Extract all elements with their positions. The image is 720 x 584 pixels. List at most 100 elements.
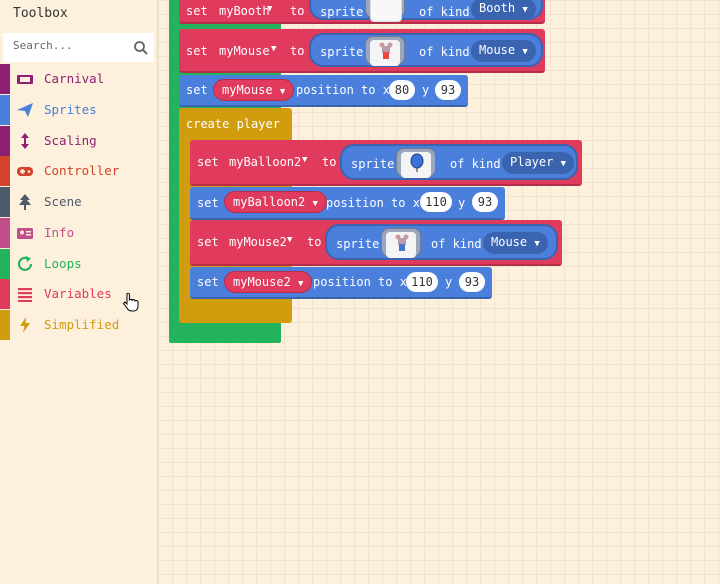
chevron-down-icon[interactable]: ▼ xyxy=(302,155,307,165)
category-simplified[interactable]: Simplified xyxy=(0,310,156,340)
search-box[interactable] xyxy=(3,33,154,62)
y-value-input[interactable]: 93 xyxy=(472,192,498,212)
x-value-input[interactable]: 80 xyxy=(389,80,415,100)
set-position-block-balloon[interactable]: set myBalloon2 ▼ position to x 110 y 93 xyxy=(190,187,505,220)
set-label: set xyxy=(197,155,219,169)
position-label: position to x xyxy=(313,275,407,289)
chevron-down-icon: ▼ xyxy=(279,87,286,97)
mouse-sprite-icon[interactable] xyxy=(381,228,421,258)
chevron-down-icon[interactable]: ▼ xyxy=(271,44,276,54)
chevron-down-icon: ▼ xyxy=(298,279,304,289)
chevron-down-icon: ▼ xyxy=(534,239,540,249)
set-sprite-block-mouse[interactable]: set myMouse ▼ to sprite of kind Mouse ▼ xyxy=(179,29,545,73)
chevron-down-icon[interactable]: ▼ xyxy=(287,235,292,245)
variable-name[interactable]: myMouse2 xyxy=(229,235,287,249)
position-label: position to x xyxy=(326,196,420,210)
mouse-cursor-icon xyxy=(122,293,139,312)
sprite-label: sprite xyxy=(351,157,395,171)
booth-image-icon[interactable] xyxy=(365,0,405,22)
sprite-reporter[interactable]: sprite of kind Mouse ▼ xyxy=(309,33,543,67)
category-label: Controller xyxy=(44,163,120,178)
tree-icon xyxy=(19,194,31,210)
mouse-sprite-icon[interactable] xyxy=(365,36,405,66)
kind-dropdown[interactable]: Booth ▼ xyxy=(471,0,536,20)
category-scaling[interactable]: Scaling xyxy=(0,126,156,156)
refresh-icon xyxy=(17,256,33,271)
set-sprite-block-balloon[interactable]: set myBalloon2 ▼ to sprite of kind Playe… xyxy=(190,140,582,186)
of-kind-label: of kind xyxy=(450,157,501,171)
chevron-down-icon: ▼ xyxy=(560,159,567,169)
category-scene[interactable]: Scene xyxy=(0,187,156,217)
balloon-sprite-icon[interactable] xyxy=(396,148,436,178)
kind-value: Mouse xyxy=(479,43,516,57)
variable-name: myBalloon2 xyxy=(233,195,306,209)
category-color-bar xyxy=(0,279,10,309)
kind-value: Booth xyxy=(479,1,516,15)
category-label: Loops xyxy=(44,256,82,271)
of-kind-label: of kind xyxy=(431,237,482,251)
search-icon[interactable] xyxy=(133,40,149,56)
category-carnival[interactable]: Carnival xyxy=(0,64,156,94)
variable-dropdown[interactable]: myBalloon2 ▼ xyxy=(224,191,327,213)
id-card-icon xyxy=(17,228,33,239)
set-label: set xyxy=(197,196,219,210)
category-loops[interactable]: Loops xyxy=(0,249,156,279)
y-label: y xyxy=(422,83,430,97)
position-label: position to x xyxy=(296,83,390,97)
sprite-reporter[interactable]: sprite of kind Mouse ▼ xyxy=(325,224,558,260)
list-icon xyxy=(18,288,32,302)
workspace-canvas[interactable]: set myBooth ▼ to sprite of kind Booth ▼ … xyxy=(158,0,720,584)
kind-value: Player xyxy=(510,155,554,169)
lightning-icon xyxy=(20,317,30,333)
variable-name[interactable]: myBooth xyxy=(219,4,270,18)
set-position-block-mouse[interactable]: set myMouse ▼ position to x 80 y 93 xyxy=(179,75,468,107)
variable-name[interactable]: myMouse xyxy=(219,44,270,58)
variable-dropdown[interactable]: myMouse ▼ xyxy=(213,79,295,101)
y-value-input[interactable]: 93 xyxy=(459,272,485,292)
category-color-bar xyxy=(0,156,10,186)
to-label: to xyxy=(307,235,322,249)
chevron-down-icon: ▼ xyxy=(312,199,318,209)
to-label: to xyxy=(322,155,337,169)
variable-dropdown[interactable]: myMouse2 ▼ xyxy=(224,271,313,293)
kind-dropdown[interactable]: Mouse ▼ xyxy=(483,232,548,254)
sprite-reporter[interactable]: sprite of kind Player ▼ xyxy=(340,144,578,180)
vertical-arrows-icon xyxy=(21,133,29,149)
category-sprites[interactable]: Sprites xyxy=(0,95,156,125)
category-label: Sprites xyxy=(44,102,97,117)
sprite-reporter[interactable]: sprite of kind Booth ▼ xyxy=(309,0,543,22)
category-label: Simplified xyxy=(44,317,120,332)
kind-dropdown[interactable]: Player ▼ xyxy=(502,152,575,174)
function-name: create player xyxy=(186,117,280,131)
y-value-input[interactable]: 93 xyxy=(435,80,461,100)
sprite-label: sprite xyxy=(320,5,364,19)
variable-name[interactable]: myBalloon2 xyxy=(229,155,301,169)
set-sprite-block-mouse2[interactable]: set myMouse2 ▼ to sprite of kind Mouse ▼ xyxy=(190,220,562,266)
set-label: set xyxy=(186,44,208,58)
category-controller[interactable]: Controller xyxy=(0,156,156,186)
category-color-bar xyxy=(0,126,10,156)
set-label: set xyxy=(186,83,208,97)
variable-name: myMouse2 xyxy=(233,275,291,289)
search-input[interactable] xyxy=(13,39,123,52)
set-label: set xyxy=(197,235,219,249)
x-value-input[interactable]: 110 xyxy=(420,192,452,212)
to-label: to xyxy=(290,4,305,18)
kind-dropdown[interactable]: Mouse ▼ xyxy=(471,40,536,62)
of-kind-label: of kind xyxy=(419,5,470,19)
y-label: y xyxy=(445,275,453,289)
set-position-block-mouse2[interactable]: set myMouse2 ▼ position to x 110 y 93 xyxy=(190,267,492,299)
chevron-down-icon[interactable]: ▼ xyxy=(267,4,272,14)
category-info[interactable]: Info xyxy=(0,218,156,248)
to-label: to xyxy=(290,44,305,58)
category-color-bar xyxy=(0,249,10,279)
y-label: y xyxy=(458,196,466,210)
category-color-bar xyxy=(0,64,10,94)
sprite-label: sprite xyxy=(336,237,380,251)
x-value-input[interactable]: 110 xyxy=(406,272,438,292)
set-sprite-block-booth[interactable]: set myBooth ▼ to sprite of kind Booth ▼ xyxy=(179,0,545,24)
category-color-bar xyxy=(0,310,10,340)
gamepad-icon xyxy=(17,167,33,176)
category-color-bar xyxy=(0,218,10,248)
of-kind-label: of kind xyxy=(419,45,470,59)
